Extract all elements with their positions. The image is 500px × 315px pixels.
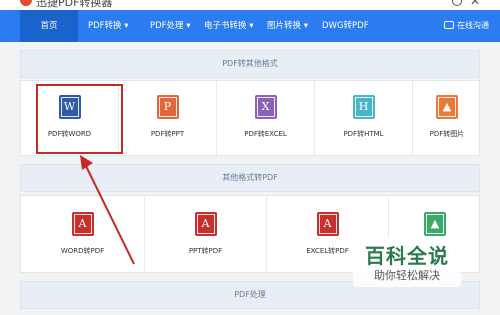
watermark-title: 百科全说	[365, 244, 449, 268]
watermark-subtitle: 助你轻松解决	[374, 269, 440, 282]
watermark: 百科全说 助你轻松解决	[353, 237, 461, 287]
